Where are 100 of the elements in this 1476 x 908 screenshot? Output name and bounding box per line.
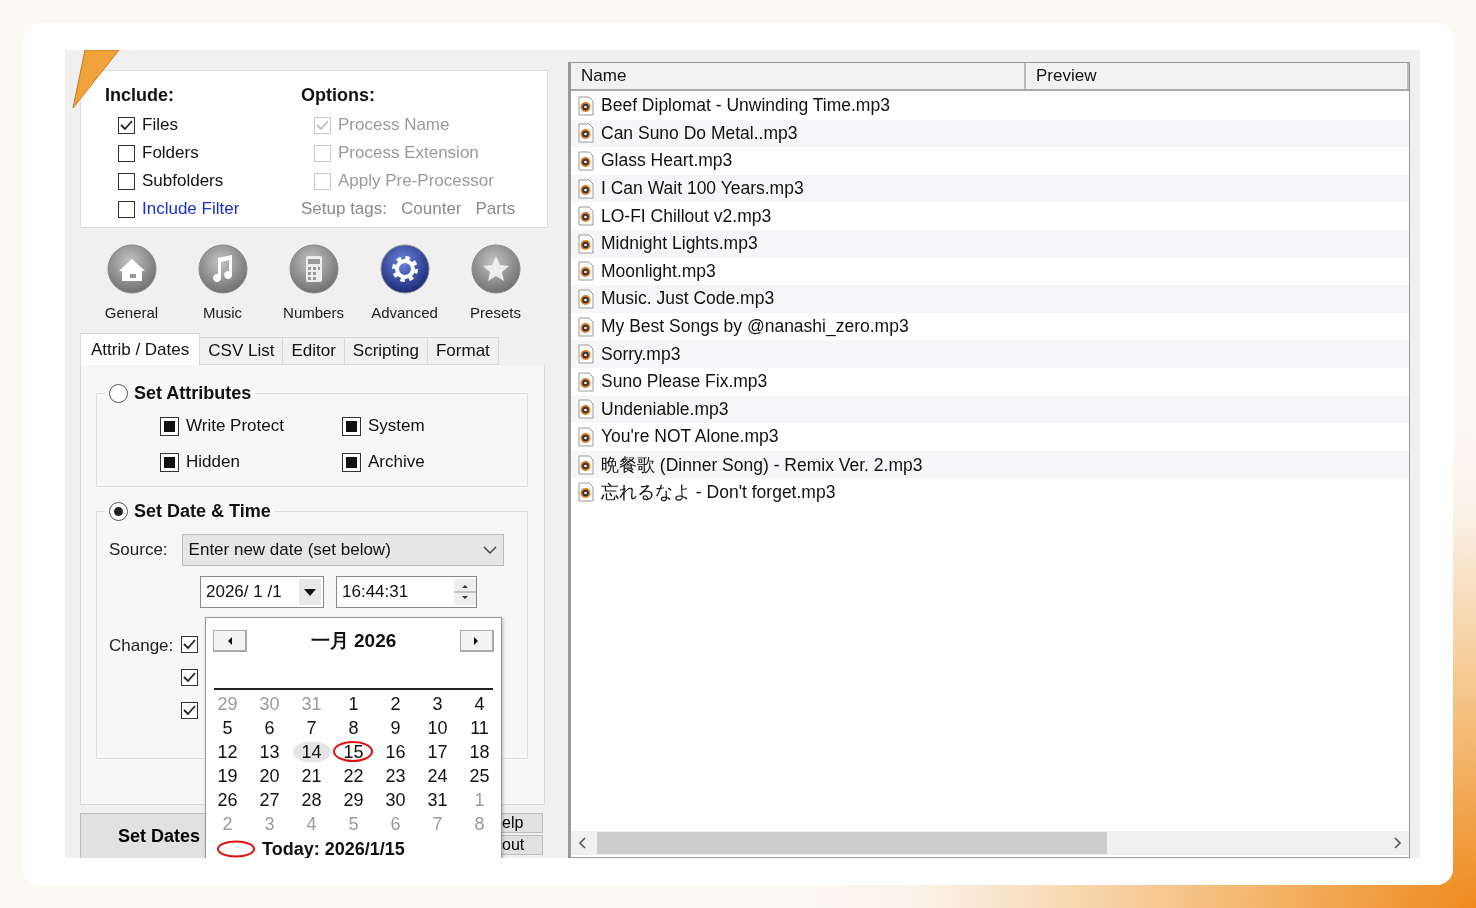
calendar-day[interactable]: 9 [374,716,417,740]
checkbox[interactable] [118,144,135,162]
mode-button[interactable]: Numbers [268,244,359,321]
calendar-day[interactable]: 2 [374,692,417,716]
checkbox-label: Process Name [338,115,450,135]
mode-button[interactable]: Music [177,244,268,321]
file-name: Suno Please Fix.mp3 [601,371,768,393]
calendar-day[interactable]: 12 [206,740,249,764]
previous-month-button[interactable] [213,630,247,652]
calendar-day[interactable]: 23 [374,764,417,788]
date-field[interactable]: 2026/ 1 /1 [200,576,324,608]
audio-file-icon [578,151,594,171]
checkbox[interactable] [342,416,361,436]
file-row[interactable]: Sorry.mp3 [571,340,1409,368]
checkbox[interactable] [160,452,179,472]
calendar-day[interactable]: 3 [416,692,459,716]
file-row[interactable]: Midnight Lights.mp3 [571,229,1409,258]
options-heading: Options: [301,85,376,107]
calendar-day[interactable]: 5 [206,716,249,740]
calendar-day[interactable]: 11 [458,716,501,740]
calendar-day[interactable]: 19 [206,764,249,788]
checkbox-label: Hidden [186,452,240,472]
calendar-day[interactable]: 4 [458,692,501,716]
column-header[interactable]: Name [571,63,1026,89]
mode-button[interactable]: Advanced [359,244,450,321]
setup-tags-label: Setup tags: [301,199,387,219]
radio-button[interactable] [109,502,128,521]
checkbox[interactable] [181,669,199,686]
scroll-right-icon[interactable] [1391,837,1403,849]
checkbox[interactable] [342,452,361,472]
checkbox[interactable] [181,636,199,653]
calendar-day[interactable]: 29 [332,788,375,812]
right-arrow-icon [473,636,480,645]
calendar-day[interactable]: 16 [374,740,417,764]
calendar-day[interactable]: 24 [416,764,459,788]
calendar-day[interactable]: 21 [290,764,333,788]
calendar-day[interactable]: 8 [332,716,375,740]
mode-button[interactable]: Presets [450,244,541,321]
tab[interactable]: Attrib / Dates [80,333,201,365]
calendar-day[interactable]: 7 [290,716,333,740]
file-name: My Best Songs by @nanashi_zero.mp3 [601,316,909,338]
file-row[interactable]: Can Suno Do Metal..mp3 [571,119,1409,148]
scroll-left-icon[interactable] [577,837,589,849]
group-title: Set Date & Time [134,501,271,522]
calendar-day[interactable]: 18 [458,740,501,764]
tab[interactable]: Editor [282,337,345,365]
checkbox-label: Archive [368,452,425,472]
file-name: I Can Wait 100 Years.mp3 [601,178,804,200]
spinner-icon[interactable] [454,579,476,605]
calendar-day[interactable]: 26 [206,788,249,812]
filter-link[interactable]: Include Filter [142,199,240,219]
tab[interactable]: Format [426,337,499,365]
calendar-day[interactable]: 10 [416,716,459,740]
horizontal-scrollbar[interactable] [571,831,1409,855]
radio-button[interactable] [109,384,128,403]
next-month-button[interactable] [460,630,494,652]
tab[interactable]: CSV List [199,337,284,365]
column-header[interactable]: Preview [1026,63,1409,89]
tab[interactable]: Scripting [343,337,428,365]
calendar-day[interactable]: 22 [332,764,375,788]
calendar-day[interactable]: 13 [248,740,291,764]
file-row[interactable]: I Can Wait 100 Years.mp3 [571,174,1409,203]
calendar-day[interactable]: 17 [416,740,459,764]
file-name: 晩餐歌 (Dinner Song) - Remix Ver. 2.mp3 [601,453,923,477]
change-label: Change: [109,636,174,657]
dialog-button[interactable]: elp [499,813,543,833]
checkbox[interactable] [160,416,179,436]
mode-button[interactable]: General [86,244,177,321]
checkbox-label: Subfolders [142,171,224,191]
calendar-day[interactable]: 28 [290,788,333,812]
calendar-day[interactable]: 30 [374,788,417,812]
audio-file-icon [578,123,594,144]
file-row[interactable]: 晩餐歌 (Dinner Song) - Remix Ver. 2.mp3 [571,450,1409,479]
calendar-day[interactable]: 1 [332,692,375,716]
calendar-day[interactable]: 14 [290,740,333,764]
file-row[interactable]: Music. Just Code.mp3 [571,285,1409,313]
calendar-day[interactable]: 15 [332,740,375,764]
tag-link[interactable]: Counter [401,199,462,219]
tag-link[interactable]: Parts [475,199,516,219]
source-label: Source: [109,540,168,560]
today-link[interactable]: Today: 2026/1/15 [262,838,405,858]
checkbox[interactable] [118,200,135,218]
checkbox[interactable] [118,172,135,190]
dialog-button[interactable]: out [499,835,543,855]
checkbox-label: Files [142,115,178,135]
calendar-day[interactable]: 20 [248,764,291,788]
calendar-day[interactable]: 6 [248,716,291,740]
checkbox-label: Apply Pre-Processor [338,171,494,191]
include-heading: Include: [105,85,175,107]
calendar-day[interactable]: 31 [416,788,459,812]
audio-file-icon [578,371,594,392]
audio-file-icon [578,454,594,475]
calendar-day[interactable]: 25 [458,764,501,788]
calendar-day[interactable]: 27 [248,788,291,812]
checkbox[interactable] [118,116,135,134]
source-dropdown[interactable]: Enter new date (set below) [181,534,504,566]
today-circle-icon [216,840,256,858]
checkbox[interactable] [181,702,199,719]
file-row[interactable]: Undeniable.mp3 [571,395,1409,424]
time-field[interactable]: 16:44:31 [336,576,477,608]
